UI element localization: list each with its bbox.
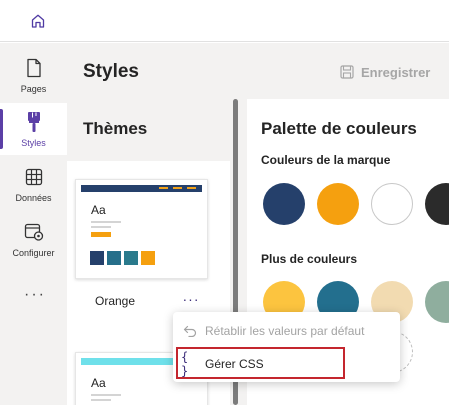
settings-window-icon [23, 221, 45, 243]
undo-icon [181, 325, 199, 337]
nav-label-donnees: Données [15, 193, 52, 203]
brand-colors-label: Couleurs de la marque [261, 153, 391, 167]
nav-item-donnees[interactable]: Données [0, 158, 67, 210]
brand-swatch-orange[interactable] [317, 183, 359, 225]
save-button[interactable]: Enregistrer [340, 60, 430, 84]
card-line [91, 221, 121, 223]
menu-item-label: Gérer CSS [205, 357, 264, 371]
menu-item-reset-defaults[interactable]: Rétablir les valeurs par défaut [173, 316, 400, 346]
nav-label-configurer: Configurer [12, 248, 55, 258]
top-bar [0, 0, 449, 42]
page-icon [23, 57, 45, 79]
card-swatch [107, 251, 121, 265]
active-indicator [0, 109, 3, 149]
context-menu: Rétablir les valeurs par défaut { } Gére… [173, 312, 400, 382]
braces-icon: { } [181, 350, 189, 378]
page-title: Styles [83, 61, 139, 82]
card-line [91, 394, 121, 396]
nav-item-pages[interactable]: Pages [0, 49, 67, 101]
theme-name-orange: Orange [95, 294, 136, 308]
more-nav-icon[interactable]: ··· [24, 286, 46, 304]
card-line [91, 399, 111, 401]
left-nav: Pages Styles Données Configurer ··· [0, 43, 67, 405]
more-swatch-sage[interactable] [425, 281, 449, 323]
card-swatches [90, 251, 207, 265]
theme-card-orange[interactable]: Aa [75, 179, 208, 279]
nav-item-configurer[interactable]: Configurer [0, 213, 67, 265]
more-colors-label: Plus de couleurs [261, 252, 358, 266]
menu-item-label: Rétablir les valeurs par défaut [205, 324, 365, 338]
card-swatch [90, 251, 104, 265]
menu-item-manage-css[interactable]: { } Gérer CSS [173, 349, 400, 379]
card-sample-text: Aa [91, 203, 106, 217]
nav-item-styles[interactable]: Styles [0, 103, 67, 155]
nav-label-pages: Pages [20, 84, 47, 94]
table-icon [23, 166, 45, 188]
home-icon [31, 14, 45, 28]
nav-label-styles: Styles [21, 138, 46, 148]
more-options-button[interactable]: ··· [175, 288, 207, 310]
brand-swatch-black[interactable] [425, 183, 449, 225]
save-icon [340, 65, 354, 79]
card-header-strip [81, 185, 202, 192]
home-button[interactable] [26, 9, 50, 33]
card-accent [91, 232, 111, 237]
save-label: Enregistrer [361, 64, 431, 80]
brand-swatch-navy[interactable] [263, 183, 305, 225]
paintbrush-icon [23, 111, 45, 133]
card-swatch [124, 251, 138, 265]
brand-swatch-white[interactable] [371, 183, 413, 225]
themes-title: Thèmes [83, 119, 148, 138]
palette-title: Palette de couleurs [261, 119, 417, 138]
card-line [91, 226, 111, 228]
card-swatch [141, 251, 155, 265]
